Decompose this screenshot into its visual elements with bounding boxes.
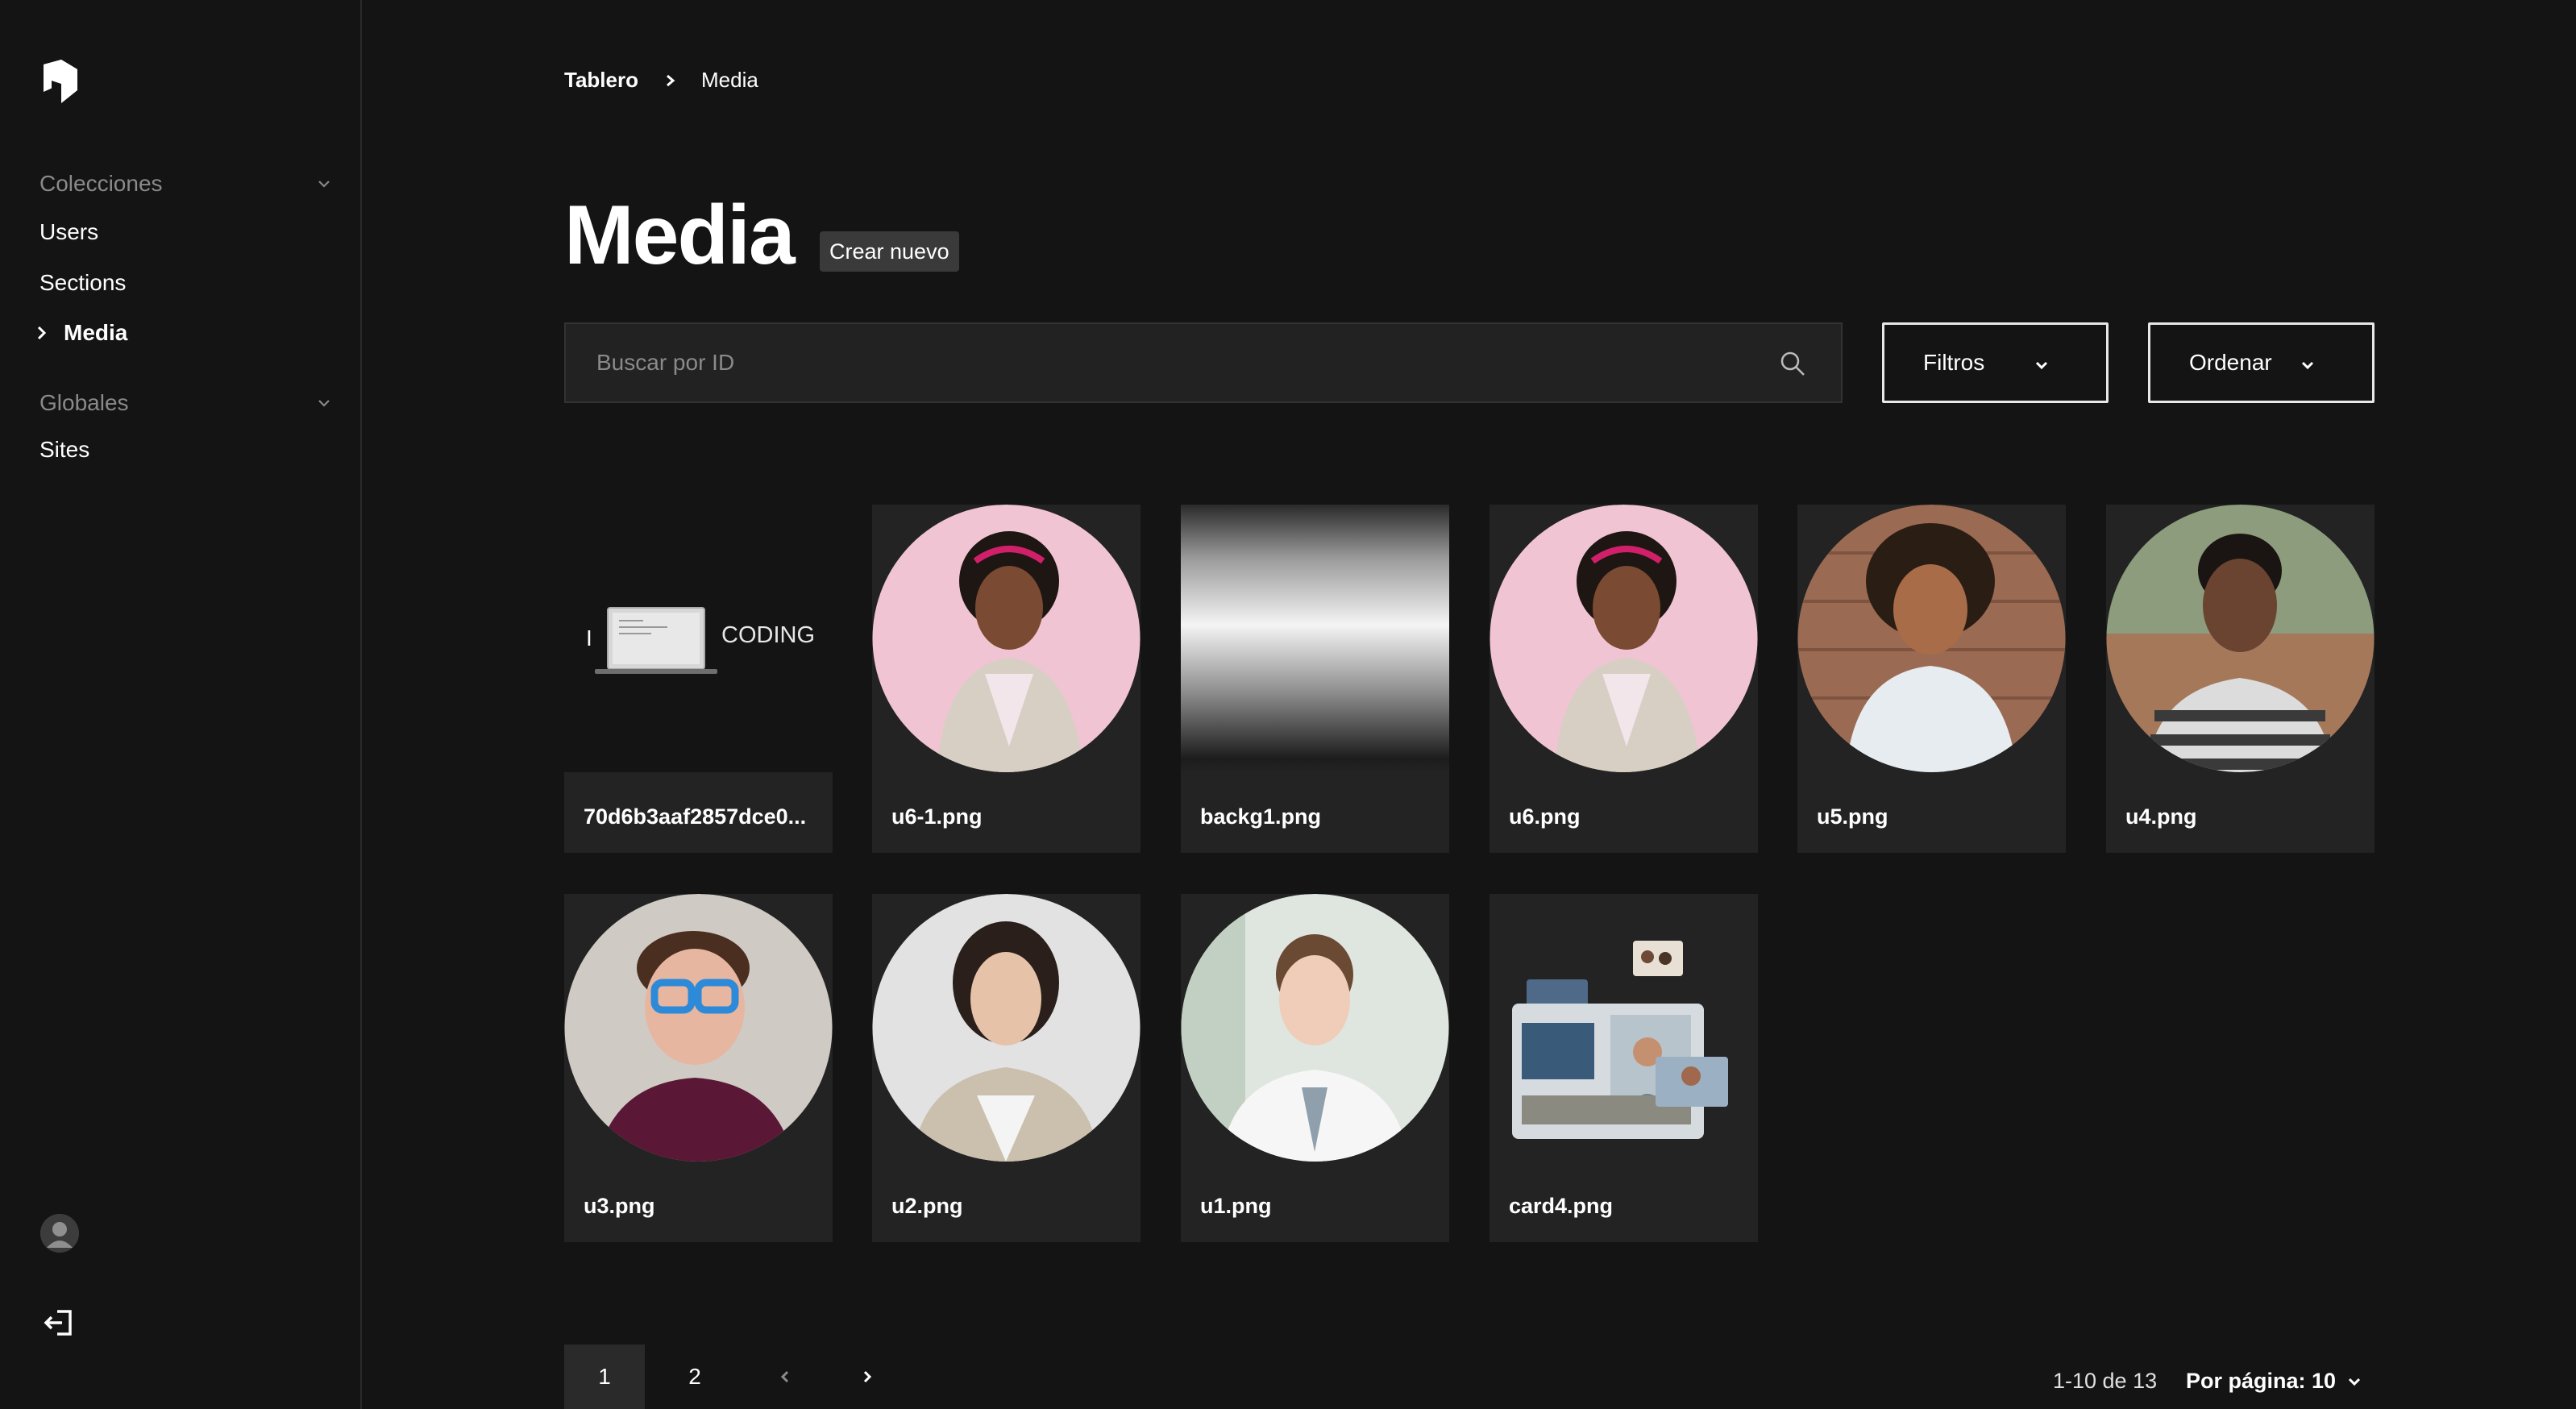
app-logo-icon[interactable] xyxy=(40,60,81,103)
search-bar xyxy=(564,322,1843,403)
media-card[interactable]: I CODING 70d6b3aaf2857dce0... xyxy=(564,505,833,853)
per-page-label: Por página: 10 xyxy=(2186,1369,2337,1393)
media-card[interactable]: card4.png xyxy=(1490,894,1758,1242)
breadcrumb-current: Media xyxy=(700,68,758,92)
chevron-down-icon xyxy=(318,400,330,407)
globals-group-label: Globales xyxy=(39,390,129,415)
breadcrumb-home-link[interactable]: Tablero xyxy=(564,68,638,93)
media-filename: card4.png xyxy=(1509,1194,1614,1218)
breadcrumb: Tablero Media xyxy=(564,68,758,93)
media-filename: backg1.png xyxy=(1200,804,1322,829)
chevron-down-icon xyxy=(2301,361,2314,370)
filters-label: Filtros xyxy=(1923,350,1985,375)
collections-group-label: Colecciones xyxy=(39,171,163,196)
media-thumbnail xyxy=(872,894,1141,1162)
chevron-right-icon xyxy=(863,1370,872,1383)
media-card[interactable]: backg1.png xyxy=(1181,505,1449,853)
portrait-image xyxy=(872,894,1141,1162)
per-page-dropdown[interactable]: Por página: 10 xyxy=(2186,1369,2362,1394)
sidebar-item-media[interactable]: Media xyxy=(64,320,127,346)
media-filename: u5.png xyxy=(1817,804,1888,829)
logout-icon[interactable] xyxy=(43,1307,75,1339)
sidebar: Colecciones Users Sections Media Globale… xyxy=(0,0,362,1409)
sidebar-item-sections[interactable]: Sections xyxy=(39,270,126,296)
media-card[interactable]: u4.png xyxy=(2106,505,2374,853)
sort-label: Ordenar xyxy=(2189,350,2272,375)
media-filename: u4.png xyxy=(2125,804,2197,829)
media-thumbnail xyxy=(1181,505,1449,772)
page-title: Media xyxy=(564,189,796,282)
user-avatar[interactable] xyxy=(40,1214,79,1253)
media-thumbnail xyxy=(1181,894,1449,1162)
media-thumbnail xyxy=(1490,505,1758,772)
media-card[interactable]: u6.png xyxy=(1490,505,1758,853)
chevron-right-icon xyxy=(667,74,675,86)
media-card[interactable]: u1.png xyxy=(1181,894,1449,1242)
laptop-icon xyxy=(595,607,717,674)
thumb-caption-text: CODING xyxy=(721,622,815,648)
pagination-range: 1-10 de 13 xyxy=(2053,1369,2158,1393)
media-card[interactable]: u3.png xyxy=(564,894,833,1242)
search-icon[interactable] xyxy=(1778,349,1807,378)
media-filename: u6.png xyxy=(1509,804,1581,829)
portrait-image xyxy=(564,894,833,1162)
media-thumbnail xyxy=(564,894,833,1162)
filters-dropdown[interactable]: Filtros xyxy=(1882,322,2109,403)
sort-dropdown[interactable]: Ordenar xyxy=(2148,322,2374,403)
chevron-down-icon xyxy=(318,181,330,188)
chevron-down-icon xyxy=(2348,1378,2361,1386)
chevron-down-icon xyxy=(2035,361,2048,370)
page-button-1[interactable]: 1 xyxy=(564,1345,645,1409)
portrait-image xyxy=(872,505,1141,772)
chevron-right-icon xyxy=(37,326,47,340)
media-filename: 70d6b3aaf2857dce0... xyxy=(584,804,807,829)
media-thumbnail xyxy=(1490,894,1758,1162)
user-icon xyxy=(40,1214,79,1253)
portrait-image xyxy=(1490,505,1758,772)
portrait-image xyxy=(1181,894,1449,1162)
portrait-image xyxy=(2106,505,2374,772)
media-filename: u2.png xyxy=(891,1194,963,1218)
media-card[interactable]: u2.png xyxy=(872,894,1141,1242)
prev-page-button[interactable] xyxy=(745,1345,825,1409)
media-card[interactable]: u5.png xyxy=(1797,505,2066,853)
media-thumbnail xyxy=(1797,505,2066,772)
next-page-button[interactable] xyxy=(827,1345,908,1409)
gradient-background-image xyxy=(1181,505,1449,772)
sidebar-item-users[interactable]: Users xyxy=(39,219,98,245)
media-filename: u3.png xyxy=(584,1194,655,1218)
media-filename: u1.png xyxy=(1200,1194,1272,1218)
media-thumbnail: I CODING xyxy=(564,505,833,772)
globals-group-toggle[interactable]: Globales xyxy=(39,390,331,416)
media-thumbnail xyxy=(872,505,1141,772)
media-filename: u6-1.png xyxy=(891,804,983,829)
collections-group-toggle[interactable]: Colecciones xyxy=(39,171,331,197)
thumb-prefix-text: I xyxy=(586,626,592,650)
chevron-left-icon xyxy=(780,1370,789,1383)
sidebar-item-sites[interactable]: Sites xyxy=(39,437,89,463)
portrait-image xyxy=(1797,505,2066,772)
create-new-button[interactable]: Crear nuevo xyxy=(820,231,959,272)
page-button-2[interactable]: 2 xyxy=(654,1345,735,1409)
media-card[interactable]: u6-1.png xyxy=(872,505,1141,853)
media-thumbnail xyxy=(2106,505,2374,772)
search-input[interactable] xyxy=(566,350,1743,376)
collage-image xyxy=(1512,941,1728,1139)
